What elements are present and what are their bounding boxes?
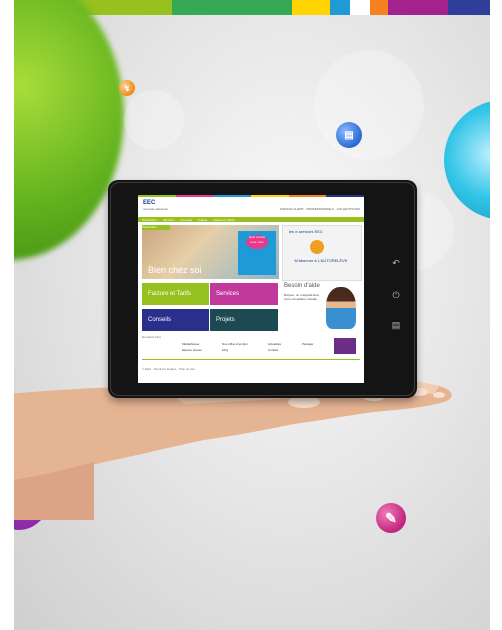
nav-item[interactable]: Facture et Tarifs <box>213 218 234 222</box>
bubble <box>124 90 184 150</box>
stripe-blue <box>330 0 350 15</box>
stripe-gap <box>350 0 370 15</box>
advertisement-visual: ↯ ▤ ✎ ↶ ⏻ ▤ EEC nouvelle-calédonie ESPAC… <box>14 0 490 630</box>
footer-link[interactable]: Contact <box>268 347 281 353</box>
bubble <box>314 50 424 160</box>
autoreleve-icon <box>310 240 324 254</box>
site-logo[interactable]: EEC nouvelle-calédonie <box>143 200 168 212</box>
tile-services[interactable]: Services <box>210 283 278 305</box>
orange-ball-icon: ↯ <box>119 80 135 96</box>
power-button-icon[interactable]: ⏻ <box>391 290 401 300</box>
tile-conseils[interactable]: Conseils <box>142 309 209 331</box>
footer-link[interactable]: FAQ <box>222 347 248 353</box>
footer-col: Actualités Contact <box>268 341 281 353</box>
hero-tab: Particuliers <box>142 225 170 230</box>
teal-sphere <box>444 100 490 220</box>
nav-item[interactable]: Particuliers <box>142 218 157 222</box>
stripe-purple <box>388 0 448 15</box>
footer-divider <box>142 359 360 360</box>
hero-promo-card[interactable]: Quel contrat pour vous <box>238 231 276 275</box>
footer-col: Partager <box>302 341 314 347</box>
footer-link[interactable]: Espace presse <box>182 347 202 353</box>
footer-col: Médiathèque Espace presse <box>182 341 202 353</box>
stripe-orange <box>370 0 388 15</box>
site-top-links[interactable]: ESPACE CLIENT · PROFESSIONNELS · COLLECT… <box>280 207 360 211</box>
footer-title: En savoir plus <box>142 335 161 339</box>
stripe-yellow <box>292 0 330 15</box>
site-nav: Particuliers Services Conseils Projets F… <box>138 217 364 222</box>
stripe-indigo <box>448 0 490 15</box>
hero-badge: Quel contrat pour vous <box>246 235 268 249</box>
footer-col: Nos offres d'emploi FAQ <box>222 341 248 353</box>
copyright: © EEC · Mentions légales · Plan du site <box>142 367 195 371</box>
nav-item[interactable]: Projets <box>198 218 207 222</box>
e-services-title: les e-services EEC <box>289 229 323 234</box>
virtual-assistant-avatar <box>326 287 356 329</box>
hero-banner[interactable]: Particuliers Quel contrat pour vous Bien… <box>142 225 279 279</box>
blue-ball-icon: ▤ <box>336 122 362 148</box>
hero-title: Bien chez soi <box>148 265 202 275</box>
tile-projets[interactable]: Projets <box>210 309 278 331</box>
help-text: Bonjour, Je m'appelle Eva, votre conseil… <box>284 293 320 301</box>
nav-item[interactable]: Services <box>163 218 175 222</box>
tile-facture-tarifs[interactable]: Facture et Tarifs <box>142 283 209 305</box>
site-logo-subtitle: nouvelle-calédonie <box>143 207 169 211</box>
back-button-icon[interactable]: ↶ <box>391 258 401 268</box>
menu-button-icon[interactable]: ▤ <box>391 320 401 330</box>
nav-item[interactable]: Conseils <box>180 218 192 222</box>
help-box[interactable]: Besoin d'aide Bonjour, Je m'appelle Eva,… <box>282 283 360 331</box>
footer-link[interactable]: Partager <box>302 341 314 347</box>
tablet-device: ↶ ⏻ ▤ EEC nouvelle-calédonie ESPACE CLIE… <box>108 180 417 398</box>
site-header: EEC nouvelle-calédonie ESPACE CLIENT · P… <box>138 197 364 217</box>
help-title: Besoin d'aide <box>284 283 320 289</box>
site-footer: En savoir plus Médiathèque Espace presse… <box>142 335 360 363</box>
partner-logo[interactable] <box>334 338 356 354</box>
autoreleve-link[interactable]: M'abonner à L'AUTORELÈVE <box>291 258 351 263</box>
e-services-box[interactable]: les e-services EEC M'abonner à L'AUTOREL… <box>282 225 362 281</box>
stripe-green <box>172 0 292 15</box>
tablet-screen: EEC nouvelle-calédonie ESPACE CLIENT · P… <box>138 195 364 383</box>
